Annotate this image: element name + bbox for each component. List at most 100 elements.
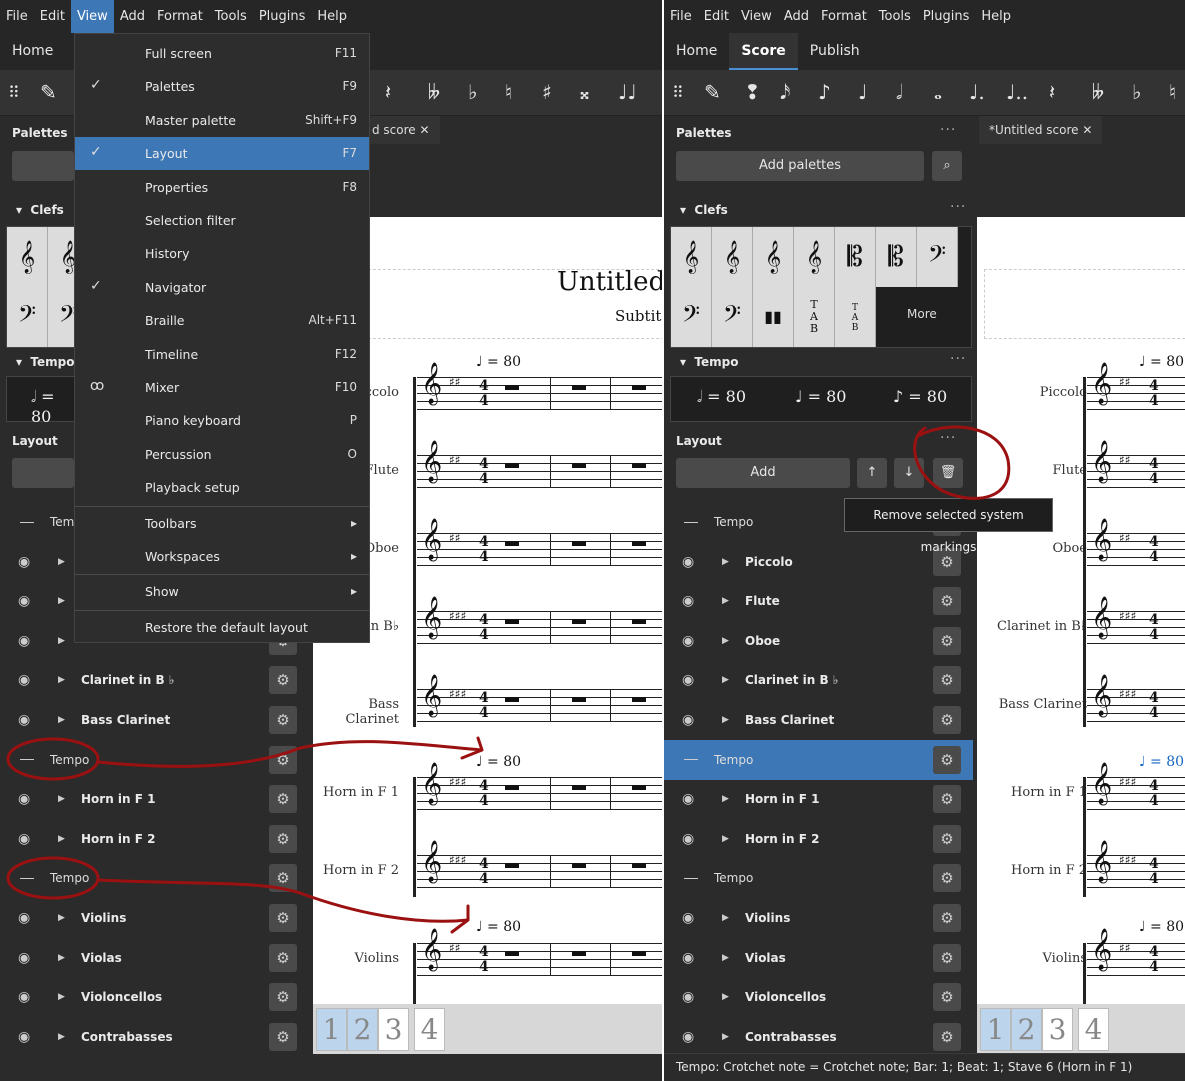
layout-row[interactable]: ◉ ▶ Clarinet in B ♭ ⚙ bbox=[664, 660, 973, 700]
menu-add[interactable]: Add bbox=[778, 0, 815, 33]
menu-tools[interactable]: Tools bbox=[873, 0, 917, 33]
expand-arrow-icon[interactable]: ▶ bbox=[722, 675, 729, 685]
whole-rest[interactable] bbox=[572, 863, 586, 868]
layout-row[interactable]: ◉ ▶ Horn in F 2 ⚙ bbox=[664, 819, 973, 859]
menu-plugins[interactable]: Plugins bbox=[917, 0, 976, 33]
whole-rest[interactable] bbox=[572, 541, 586, 546]
whole-rest[interactable] bbox=[572, 785, 586, 790]
eye-icon[interactable]: ◉ bbox=[682, 791, 694, 807]
layout-row[interactable]: ◉ ▶ Horn in F 1 ⚙ bbox=[0, 779, 309, 819]
menu-item-braille[interactable]: Braille Alt+F11 bbox=[75, 304, 369, 337]
layout-row[interactable]: ◉ ▶ Violas ⚙ bbox=[664, 938, 973, 978]
gear-icon[interactable]: ⚙ bbox=[933, 785, 961, 814]
expand-arrow-icon[interactable]: ▶ bbox=[722, 715, 729, 725]
whole-rest[interactable] bbox=[572, 697, 586, 702]
whole-note-icon[interactable]: 𝅝 bbox=[934, 70, 942, 115]
whole-rest[interactable] bbox=[632, 697, 646, 702]
bass-clef-icon[interactable]: 𝄢 bbox=[917, 227, 958, 287]
score-tab[interactable]: *Untitled score ✕ bbox=[979, 116, 1103, 144]
expand-arrow-icon[interactable]: ▶ bbox=[722, 596, 729, 606]
menu-item-restore-the-default-layout[interactable]: Restore the default layout bbox=[75, 611, 369, 644]
expand-arrow-icon[interactable]: ▶ bbox=[722, 636, 729, 646]
layout-row[interactable]: ◉ ▶ Flute ⚙ bbox=[664, 581, 973, 621]
menu-item-properties[interactable]: Properties F8 bbox=[75, 171, 369, 204]
search-icon[interactable]: ⌕ bbox=[932, 151, 962, 181]
whole-rest[interactable] bbox=[632, 385, 646, 390]
instrument-name[interactable]: in B♭ bbox=[367, 619, 399, 634]
add-palettes-button[interactable] bbox=[12, 151, 74, 181]
gear-icon[interactable]: ⚙ bbox=[933, 626, 961, 655]
score-subtitle[interactable]: Subtit bbox=[615, 307, 661, 325]
menu-item-master-palette[interactable]: Master palette Shift+F9 bbox=[75, 104, 369, 137]
tenor-clef-icon[interactable]: 𝄡 bbox=[876, 227, 917, 287]
instrument-name[interactable]: Bass Clarinet bbox=[313, 697, 399, 727]
clefs-header[interactable]: ▾ Clefs bbox=[16, 203, 64, 217]
expand-arrow-icon[interactable]: ▶ bbox=[722, 992, 729, 1002]
menu-item-toolbars[interactable]: Toolbars ▸ bbox=[75, 507, 369, 540]
menu-help[interactable]: Help bbox=[311, 0, 353, 33]
bass-8vb-clef-icon[interactable]: 𝄢 bbox=[671, 287, 712, 347]
whole-rest[interactable] bbox=[572, 619, 586, 624]
tempo-marking[interactable]: ♩ = 80 bbox=[476, 354, 521, 370]
whole-rest[interactable] bbox=[632, 863, 646, 868]
menu-item-timeline[interactable]: Timeline F12 bbox=[75, 338, 369, 371]
gear-icon[interactable]: ⚙ bbox=[933, 587, 961, 616]
whole-rest[interactable] bbox=[632, 785, 646, 790]
layout-add-button[interactable] bbox=[12, 458, 74, 488]
expand-arrow-icon[interactable]: ▶ bbox=[58, 992, 65, 1002]
instrument-name[interactable]: Clarinet in B♭ bbox=[997, 619, 1087, 634]
close-icon[interactable]: ✕ bbox=[420, 123, 430, 137]
expand-arrow-icon[interactable]: ▶ bbox=[722, 557, 729, 567]
add-palettes-button[interactable]: Add palettes bbox=[676, 151, 924, 181]
close-icon[interactable]: ✕ bbox=[1082, 123, 1092, 137]
tab-publish[interactable]: Publish bbox=[798, 33, 872, 70]
staff[interactable]: 𝄞 ♯♯ 4 4 bbox=[417, 363, 662, 411]
whole-rest[interactable] bbox=[572, 951, 586, 956]
instrument-name[interactable]: Horn in F 2 bbox=[1011, 863, 1087, 878]
menu-help[interactable]: Help bbox=[975, 0, 1017, 33]
eye-icon[interactable]: ◉ bbox=[682, 712, 694, 728]
expand-arrow-icon[interactable]: ▶ bbox=[58, 1032, 65, 1042]
staff[interactable]: 𝄞 ♯♯ 4 4 bbox=[1087, 363, 1185, 411]
staff[interactable]: 𝄞 ♯♯ 4 4 bbox=[1087, 929, 1185, 977]
eye-icon[interactable]: ◉ bbox=[18, 712, 30, 728]
whole-rest[interactable] bbox=[632, 541, 646, 546]
move-up-icon[interactable]: ↑ bbox=[857, 458, 887, 488]
whole-rest[interactable] bbox=[572, 385, 586, 390]
eye-icon[interactable]: ◉ bbox=[18, 791, 30, 807]
layout-row[interactable]: ◉ ▶ Violoncellos ⚙ bbox=[664, 977, 973, 1017]
clefs-more-button[interactable]: More bbox=[907, 307, 937, 321]
sharp-icon[interactable]: ♯ bbox=[542, 70, 552, 115]
eye-icon[interactable]: ◉ bbox=[18, 950, 30, 966]
gear-icon[interactable]: ⚙ bbox=[269, 983, 297, 1012]
score-title[interactable]: Untitled bbox=[557, 267, 662, 297]
menu-view[interactable]: View bbox=[735, 0, 778, 33]
menu-format[interactable]: Format bbox=[815, 0, 873, 33]
dotted-note-icon[interactable]: ♩. bbox=[969, 70, 985, 115]
layout-row[interactable]: ◉ ▶ Violins ⚙ bbox=[664, 898, 973, 938]
eye-icon[interactable]: ◉ bbox=[682, 831, 694, 847]
double-sharp-icon[interactable]: 𝄪 bbox=[580, 70, 589, 115]
pencil-icon[interactable]: ✎ bbox=[704, 70, 721, 115]
instrument-name[interactable]: Piccolo bbox=[1040, 385, 1087, 400]
menu-item-playback-setup[interactable]: Playback setup bbox=[75, 471, 369, 504]
layout-row[interactable]: ◉ ▶ Clarinet in B ♭ ⚙ bbox=[0, 660, 309, 700]
rest-icon[interactable]: 𝄽 bbox=[1049, 70, 1055, 115]
page-thumb-1[interactable]: 1 bbox=[316, 1008, 347, 1051]
expand-arrow-icon[interactable]: ▶ bbox=[58, 794, 65, 804]
whole-rest[interactable] bbox=[505, 619, 519, 624]
layout-row[interactable]: ◉ ▶ Oboe ⚙ bbox=[664, 621, 973, 661]
whole-rest[interactable] bbox=[505, 541, 519, 546]
tempo-quarter-80[interactable]: ♩ = 80 bbox=[795, 387, 846, 406]
eye-icon[interactable]: ◉ bbox=[18, 554, 30, 570]
gear-icon[interactable]: ⚙ bbox=[269, 864, 297, 893]
whole-rest[interactable] bbox=[505, 785, 519, 790]
menu-file[interactable]: File bbox=[664, 0, 698, 33]
tempo-header[interactable]: ▾ Tempo bbox=[16, 355, 74, 369]
gear-icon[interactable]: ⚙ bbox=[269, 824, 297, 853]
gear-icon[interactable]: ⚙ bbox=[933, 864, 961, 893]
menu-edit[interactable]: Edit bbox=[698, 0, 735, 33]
double-flat-icon[interactable]: 𝄫 bbox=[1092, 70, 1104, 115]
page-thumb-2[interactable]: 2 bbox=[347, 1008, 378, 1051]
eye-icon[interactable]: ◉ bbox=[18, 633, 30, 649]
